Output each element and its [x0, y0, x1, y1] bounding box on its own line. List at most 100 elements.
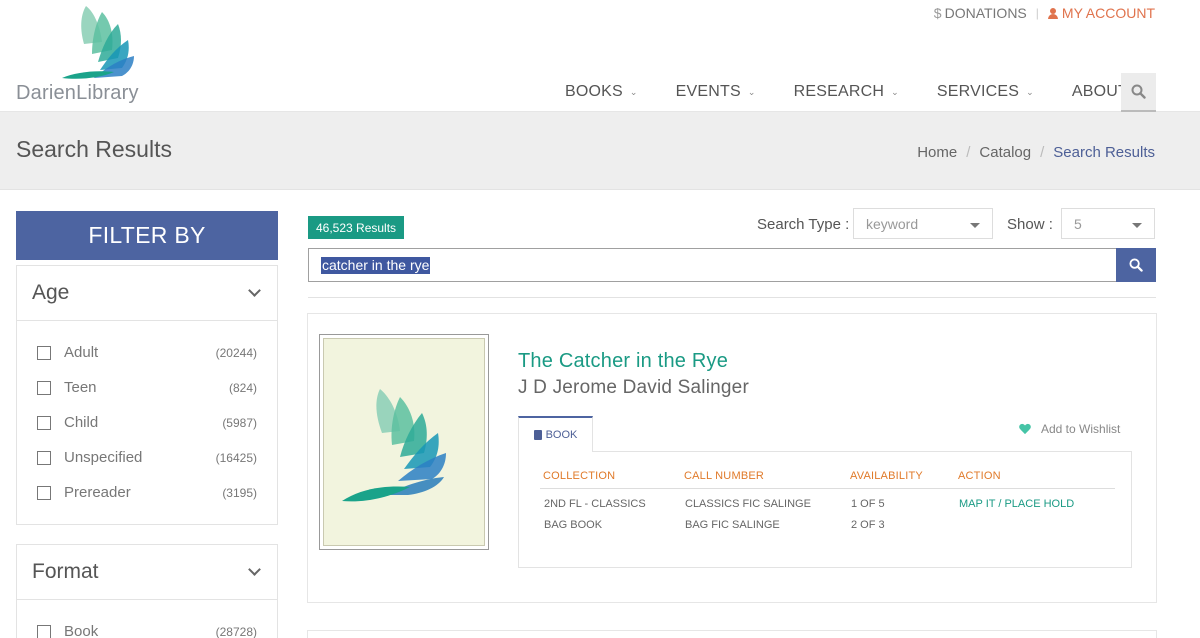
catalog-search-button[interactable]	[1116, 248, 1156, 282]
page-title-band: Search Results Home / Catalog / Search R…	[0, 112, 1200, 190]
holdings-table: COLLECTION CALL NUMBER AVAILABILITY ACTI…	[518, 451, 1132, 568]
search-type-select[interactable]: keyword	[853, 208, 993, 239]
book-icon	[533, 430, 542, 440]
checkbox[interactable]	[37, 345, 51, 360]
column-header-call-number: CALL NUMBER	[684, 470, 765, 482]
tab-book[interactable]: BOOK	[518, 416, 593, 452]
facet-option-label: Prereader	[64, 484, 131, 501]
divider	[540, 488, 1115, 489]
facet-option-count: (20244)	[215, 345, 257, 360]
chevron-down-icon: ⌄	[629, 86, 638, 97]
page-title: Search Results	[16, 136, 172, 162]
book-author: J D Jerome David Salinger	[518, 377, 749, 398]
facet-option-count: (3195)	[222, 485, 257, 500]
cell-call-number: CLASSICS FIC SALINGE	[685, 498, 811, 510]
search-query-selection: catcher in the rye	[321, 257, 431, 274]
user-icon	[1047, 8, 1058, 19]
facet-option[interactable]: Unspecified (16425)	[37, 440, 257, 475]
action-separator: /	[998, 498, 1002, 510]
facet-option[interactable]: Book (28728)	[37, 614, 257, 638]
chevron-down-icon: ⌄	[1026, 86, 1034, 97]
divider	[308, 297, 1156, 298]
facet-option-count: (16425)	[215, 450, 257, 465]
caret-down-icon	[970, 223, 980, 228]
cover-leaf-icon	[342, 389, 446, 502]
search-icon	[1129, 258, 1143, 272]
place-hold-link[interactable]: PLACE HOLD	[1004, 498, 1074, 510]
caret-down-icon	[1132, 223, 1142, 228]
facet-age-title: Age	[32, 281, 70, 304]
chevron-down-icon	[248, 563, 261, 576]
breadcrumb-separator: /	[966, 144, 971, 161]
book-title-link[interactable]: The Catcher in the Rye	[518, 350, 728, 373]
nav-events[interactable]: EVENTS ⌄	[676, 73, 756, 111]
map-it-link[interactable]: MAP IT	[959, 498, 995, 510]
facet-option[interactable]: Teen (824)	[37, 370, 257, 405]
nav-books[interactable]: BOOKS ⌄	[565, 73, 638, 111]
nav-services[interactable]: SERVICES ⌄	[937, 73, 1034, 111]
add-to-wishlist-button[interactable]: Add to Wishlist	[1019, 422, 1120, 436]
cell-collection: 2ND FL - CLASSICS	[544, 498, 646, 510]
cell-collection: BAG BOOK	[544, 519, 603, 531]
nav-research-label: RESEARCH	[793, 83, 885, 100]
facet-age-header[interactable]: Age	[17, 266, 277, 321]
cell-call-number: BAG FIC SALINGE	[685, 519, 780, 531]
column-header-collection: COLLECTION	[543, 470, 616, 482]
my-account-link[interactable]: MY ACCOUNT	[1047, 5, 1155, 21]
facet-option[interactable]: Child (5987)	[37, 405, 257, 440]
facet-option[interactable]: Adult (20244)	[37, 335, 257, 370]
cell-action: MAP IT / PLACE HOLD	[959, 498, 1074, 510]
results-count-badge: 46,523 Results	[308, 216, 405, 239]
breadcrumb-separator: /	[1040, 144, 1045, 161]
filter-by-heading: FILTER BY	[16, 211, 278, 260]
nav-about-label: ABOUT	[1071, 83, 1128, 100]
facet-option-label: Adult	[64, 344, 99, 361]
facet-option-label: Book	[64, 623, 99, 638]
nav-books-label: BOOKS	[565, 83, 623, 100]
main-nav: BOOKS ⌄ EVENTS ⌄ RESEARCH ⌄ SERVICES ⌄ ABOUT…	[565, 73, 1181, 111]
book-cover-image	[323, 338, 485, 546]
facet-age-list: Adult (20244) Teen (824) Child (5987) Unspe…	[17, 321, 277, 524]
catalog-search-bar: catcher in the rye	[308, 248, 1156, 282]
checkbox[interactable]	[37, 380, 51, 395]
facet-option-label: Unspecified	[64, 449, 143, 466]
wishlist-label: Add to Wishlist	[1041, 422, 1121, 436]
logo-text[interactable]: DarienLibrary	[16, 82, 139, 105]
facet-format-header[interactable]: Format	[17, 545, 277, 600]
facet-age: Age Adult (20244) Teen (824) Child (5987) U…	[16, 265, 278, 525]
column-header-availability: AVAILABILITY	[850, 470, 923, 482]
book-cover[interactable]	[319, 334, 489, 550]
facet-option-label: Teen	[64, 379, 97, 396]
dollar-icon: $	[933, 5, 942, 21]
nav-search-button[interactable]	[1121, 73, 1156, 112]
nav-research[interactable]: RESEARCH ⌄	[794, 73, 899, 111]
chevron-down-icon: ⌄	[891, 86, 899, 97]
checkbox[interactable]	[37, 415, 51, 430]
breadcrumb-catalog[interactable]: Catalog	[979, 144, 1031, 161]
cell-availability: 1 OF 5	[851, 498, 885, 510]
facet-option[interactable]: Prereader (3195)	[37, 475, 257, 510]
facet-format: Format Book (28728)	[16, 544, 278, 638]
checkbox[interactable]	[37, 485, 51, 500]
facet-option-label: Child	[64, 414, 99, 431]
nav-services-label: SERVICES	[936, 83, 1020, 100]
donations-label: DONATIONS	[944, 5, 1027, 21]
breadcrumb-home[interactable]: Home	[917, 144, 957, 161]
column-header-action: ACTION	[958, 470, 1001, 482]
show-label: Show :	[1007, 216, 1053, 233]
checkbox[interactable]	[37, 450, 51, 465]
cell-availability: 2 OF 3	[851, 519, 885, 531]
checkbox[interactable]	[37, 624, 51, 638]
facet-option-count: (28728)	[215, 624, 257, 638]
show-count-select[interactable]: 5	[1061, 208, 1155, 239]
donations-link[interactable]: $ DONATIONS	[934, 5, 1027, 21]
result-card	[307, 630, 1157, 638]
chevron-down-icon: ⌄	[747, 86, 756, 97]
nav-events-label: EVENTS	[675, 83, 741, 100]
show-count-value: 5	[1074, 215, 1082, 232]
facet-option-count: (824)	[228, 380, 257, 395]
breadcrumb-current: Search Results	[1053, 144, 1155, 161]
my-account-label: MY ACCOUNT	[1061, 5, 1155, 21]
facet-format-list: Book (28728)	[17, 600, 277, 638]
utility-bar: $ DONATIONS | MY ACCOUNT	[934, 5, 1155, 21]
